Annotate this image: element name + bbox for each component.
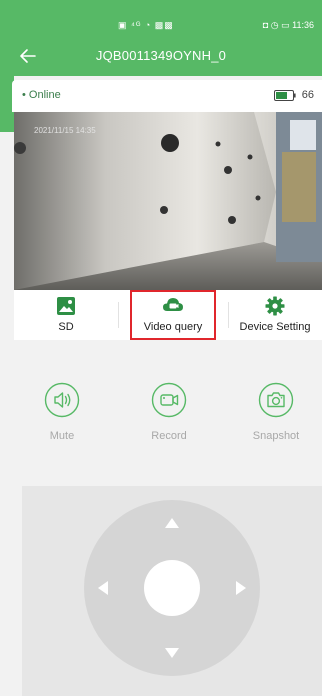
live-video[interactable]: 2021/11/15 14:35 xyxy=(14,112,322,290)
battery-icon xyxy=(274,90,296,101)
highlight-box xyxy=(130,290,216,340)
record-button[interactable]: Record xyxy=(139,382,199,452)
page-title: JQB0011349OYNH_0 xyxy=(95,48,227,63)
status-bar: ▣ ⁴ᴳ ◔ ▩▩ ◘ ◷ ▭ 11:36 xyxy=(0,0,322,36)
video-timestamp: 2021/11/15 14:35 xyxy=(34,126,96,135)
gear-icon xyxy=(265,296,285,316)
arrow-down-icon[interactable] xyxy=(165,648,179,658)
sd-image-icon xyxy=(57,297,75,315)
arrow-left-icon[interactable] xyxy=(98,581,108,595)
online-status: • Online xyxy=(22,89,61,101)
status-time: ◘ ◷ ▭ 11:36 xyxy=(262,20,314,30)
device-info-bar: • Online 66 xyxy=(12,80,322,112)
video-camera-icon xyxy=(151,382,187,418)
status-icons: ▣ ⁴ᴳ ◔ ▩▩ xyxy=(118,20,174,30)
mute-button[interactable]: Mute xyxy=(32,382,92,452)
device-setting-button[interactable]: Device Setting xyxy=(228,290,322,340)
snapshot-button[interactable]: Snapshot xyxy=(246,382,306,452)
speaker-icon xyxy=(44,382,80,418)
arrow-right-icon[interactable] xyxy=(236,581,246,595)
mute-label: Mute xyxy=(49,430,75,442)
direction-pad-center[interactable] xyxy=(144,560,200,616)
snapshot-label: Snapshot xyxy=(252,430,300,442)
camera-icon xyxy=(258,382,294,418)
function-bar: SD Video query Device Setting xyxy=(14,290,322,340)
record-label: Record xyxy=(151,430,187,442)
battery-level: 66 xyxy=(301,89,314,101)
sd-label: SD xyxy=(58,321,74,333)
header: JQB0011349OYNH_0 xyxy=(0,36,322,76)
sd-button[interactable]: SD xyxy=(14,290,118,340)
video-frame xyxy=(14,112,322,290)
arrow-up-icon[interactable] xyxy=(165,518,179,528)
ptz-control-area xyxy=(22,486,322,696)
direction-pad[interactable] xyxy=(84,500,260,676)
device-setting-label: Device Setting xyxy=(239,321,311,333)
